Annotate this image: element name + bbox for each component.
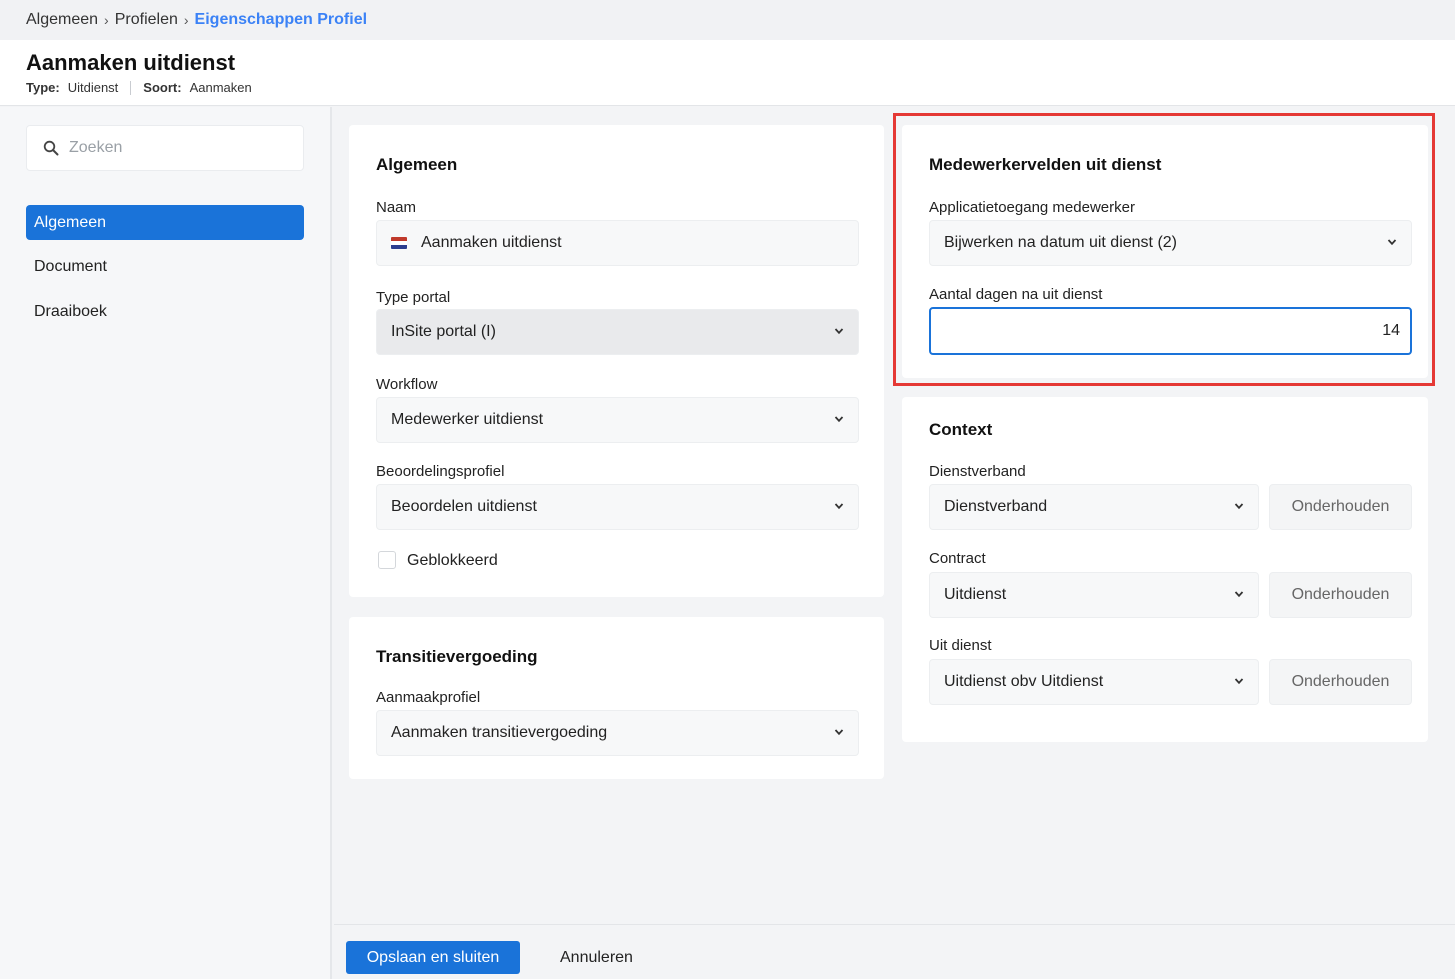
dienstverband-label: Dienstverband bbox=[929, 463, 1026, 480]
workflow-value: Medewerker uitdienst bbox=[391, 411, 544, 428]
sidebar: Algemeen Document Draaiboek bbox=[0, 107, 332, 979]
uit-dienst-label: Uit dienst bbox=[929, 637, 992, 654]
section-title-algemeen: Algemeen bbox=[376, 155, 458, 174]
dienstverband-value: Dienstverband bbox=[944, 498, 1048, 515]
uit-dienst-select[interactable]: Uitdienst obv Uitdienst bbox=[929, 659, 1259, 705]
uit-dienst-value: Uitdienst obv Uitdienst bbox=[944, 673, 1104, 690]
meta-divider bbox=[130, 80, 132, 95]
card-context: Context Dienstverband Dienstverband Onde… bbox=[902, 397, 1428, 742]
chevron-right-icon: › bbox=[183, 12, 189, 28]
beoordelingsprofiel-select[interactable]: Beoordelen uitdienst bbox=[376, 484, 859, 530]
naam-value: Aanmaken uitdienst bbox=[421, 234, 562, 251]
aanmaakprofiel-value: Aanmaken transitievergoeding bbox=[391, 724, 608, 741]
geblokkeerd-checkbox[interactable] bbox=[378, 551, 396, 569]
breadcrumb-item-profielen[interactable]: Profielen bbox=[115, 11, 178, 29]
breadcrumb: Algemeen › Profielen › Eigenschappen Pro… bbox=[0, 0, 1455, 40]
beoordelingsprofiel-value: Beoordelen uitdienst bbox=[391, 498, 537, 515]
search-icon bbox=[43, 140, 59, 156]
breadcrumb-item-algemeen[interactable]: Algemeen bbox=[26, 11, 98, 29]
dienstverband-onderhouden-button[interactable]: Onderhouden bbox=[1269, 484, 1412, 530]
naam-label: Naam bbox=[376, 199, 417, 216]
footer-bar: Opslaan en sluiten Annuleren bbox=[334, 924, 1455, 979]
page-header: Aanmaken uitdienst Type: Uitdienst Soort… bbox=[0, 40, 1455, 106]
sidebar-item-algemeen[interactable]: Algemeen bbox=[26, 205, 304, 240]
contract-label: Contract bbox=[929, 550, 986, 567]
type-portal-value: InSite portal (I) bbox=[391, 323, 496, 340]
chevron-right-icon: › bbox=[104, 12, 109, 28]
uit-dienst-onderhouden-button[interactable]: Onderhouden bbox=[1269, 659, 1412, 705]
chevron-down-icon bbox=[1234, 591, 1244, 598]
chevron-down-icon bbox=[834, 729, 844, 736]
geblokkeerd-label: Geblokkeerd bbox=[407, 552, 498, 569]
chevron-down-icon bbox=[1234, 678, 1244, 685]
aanmaakprofiel-label: Aanmaakprofiel bbox=[376, 689, 481, 706]
contract-onderhouden-button[interactable]: Onderhouden bbox=[1269, 572, 1412, 618]
workflow-label: Workflow bbox=[376, 376, 438, 393]
beoordelingsprofiel-label: Beoordelingsprofiel bbox=[376, 463, 505, 480]
page-meta: Type: Uitdienst Soort: Aanmaken bbox=[26, 80, 1455, 95]
cancel-button[interactable]: Annuleren bbox=[560, 941, 633, 974]
type-label: Type: bbox=[26, 80, 60, 95]
workflow-select[interactable]: Medewerker uitdienst bbox=[376, 397, 859, 443]
breadcrumb-current: Eigenschappen Profiel bbox=[194, 11, 368, 28]
chevron-down-icon bbox=[834, 328, 844, 335]
dutch-flag-icon bbox=[391, 237, 407, 249]
card-algemeen: Algemeen Naam Aanmaken uitdienst Type po… bbox=[349, 125, 884, 597]
chevron-down-icon bbox=[1234, 503, 1244, 510]
contract-value: Uitdienst bbox=[944, 586, 1007, 603]
save-and-close-button[interactable]: Opslaan en sluiten bbox=[346, 941, 520, 974]
sidebar-item-draaiboek[interactable]: Draaiboek bbox=[26, 294, 304, 329]
sidebar-item-document[interactable]: Document bbox=[26, 249, 304, 284]
aanmaakprofiel-select[interactable]: Aanmaken transitievergoeding bbox=[376, 710, 859, 756]
soort-label: Soort: bbox=[143, 80, 182, 95]
naam-field[interactable]: Aanmaken uitdienst bbox=[376, 220, 859, 266]
page-title: Aanmaken uitdienst bbox=[26, 50, 236, 75]
chevron-down-icon bbox=[834, 416, 844, 423]
contract-select[interactable]: Uitdienst bbox=[929, 572, 1259, 618]
soort-value: Aanmaken bbox=[189, 80, 252, 95]
type-value: Uitdienst bbox=[67, 80, 119, 95]
section-title-context: Context bbox=[929, 420, 993, 439]
dienstverband-select[interactable]: Dienstverband bbox=[929, 484, 1259, 530]
chevron-down-icon bbox=[834, 503, 844, 510]
highlight-box bbox=[893, 113, 1435, 386]
search-box bbox=[26, 125, 304, 171]
type-portal-select[interactable]: InSite portal (I) bbox=[376, 309, 859, 355]
section-title-transitievergoeding: Transitievergoeding bbox=[376, 647, 538, 666]
search-input[interactable] bbox=[69, 139, 269, 157]
type-portal-label: Type portal bbox=[376, 289, 451, 306]
card-transitievergoeding: Transitievergoeding Aanmaakprofiel Aanma… bbox=[349, 617, 884, 779]
